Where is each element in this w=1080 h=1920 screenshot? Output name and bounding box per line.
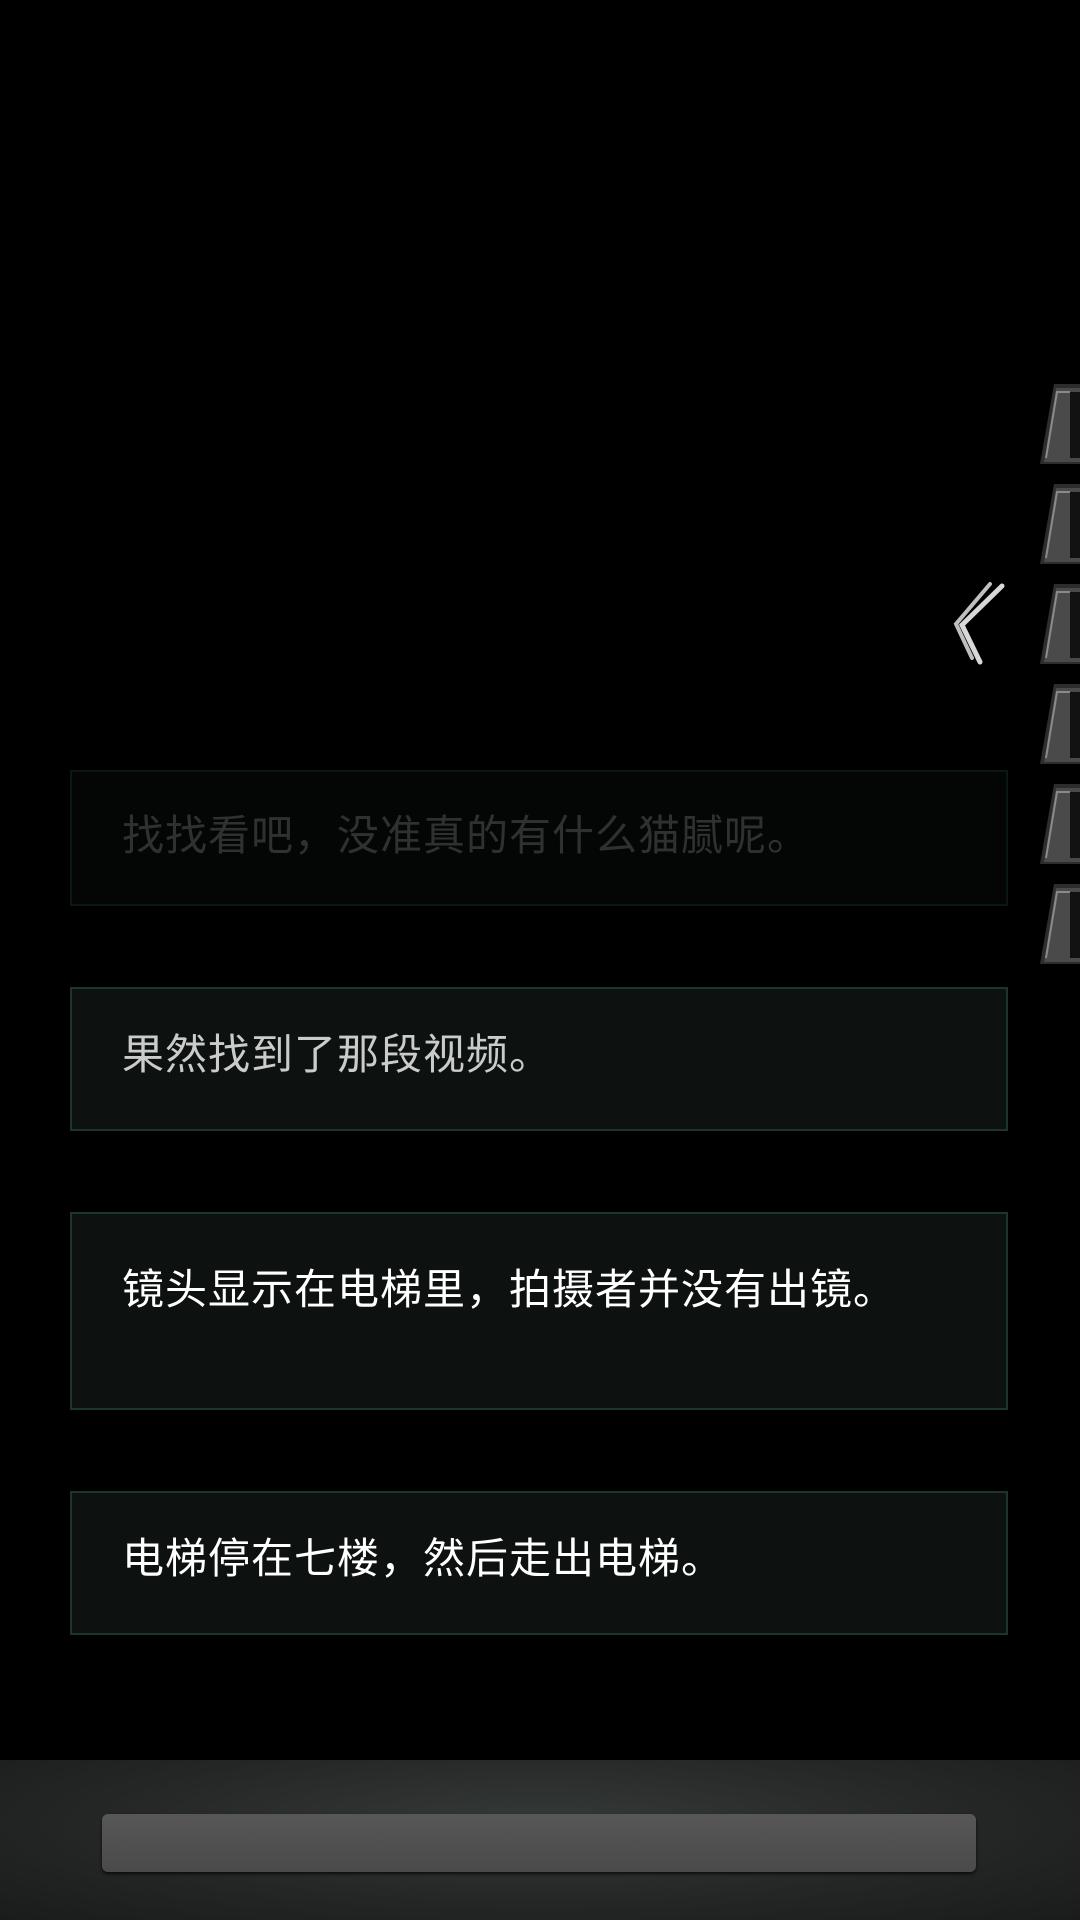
side-tab-strip	[1040, 378, 1080, 978]
mountain-thumbnail-icon	[1040, 784, 1080, 864]
side-tab-3[interactable]	[1040, 578, 1080, 670]
story-line-3-text: 镜头显示在电梯里，拍摄者并没有出镜。	[122, 1265, 897, 1314]
side-tab-5[interactable]	[1040, 778, 1080, 870]
story-line-4: 电梯停在七楼，然后走出电梯。	[70, 1491, 1008, 1635]
story-line-1-text: 找找看吧，没准真的有什么猫腻呢。	[122, 811, 811, 860]
reply-input-bar[interactable]	[102, 1814, 976, 1872]
double-chevron-left-icon	[953, 582, 1005, 665]
story-line-4-text: 电梯停在七楼，然后走出电梯。	[122, 1534, 725, 1583]
side-tab-4[interactable]	[1040, 678, 1080, 770]
side-tab-6[interactable]	[1040, 878, 1080, 970]
mountain-thumbnail-icon	[1040, 884, 1080, 964]
mountain-thumbnail-icon	[1040, 684, 1080, 764]
game-screen: 找找看吧，没准真的有什么猫腻呢。 果然找到了那段视频。 镜头显示在电梯里，拍摄者…	[0, 0, 1080, 1920]
mountain-thumbnail-icon	[1040, 584, 1080, 664]
story-line-2: 果然找到了那段视频。	[70, 987, 1008, 1131]
story-line-2-text: 果然找到了那段视频。	[122, 1030, 553, 1079]
side-tab-2[interactable]	[1040, 478, 1080, 570]
mountain-thumbnail-icon	[1040, 384, 1080, 464]
side-tab-1[interactable]	[1040, 378, 1080, 470]
side-panel-toggle[interactable]	[950, 580, 1010, 670]
story-line-3: 镜头显示在电梯里，拍摄者并没有出镜。	[70, 1212, 1008, 1410]
mountain-thumbnail-icon	[1040, 484, 1080, 564]
story-line-1: 找找看吧，没准真的有什么猫腻呢。	[70, 770, 1008, 906]
